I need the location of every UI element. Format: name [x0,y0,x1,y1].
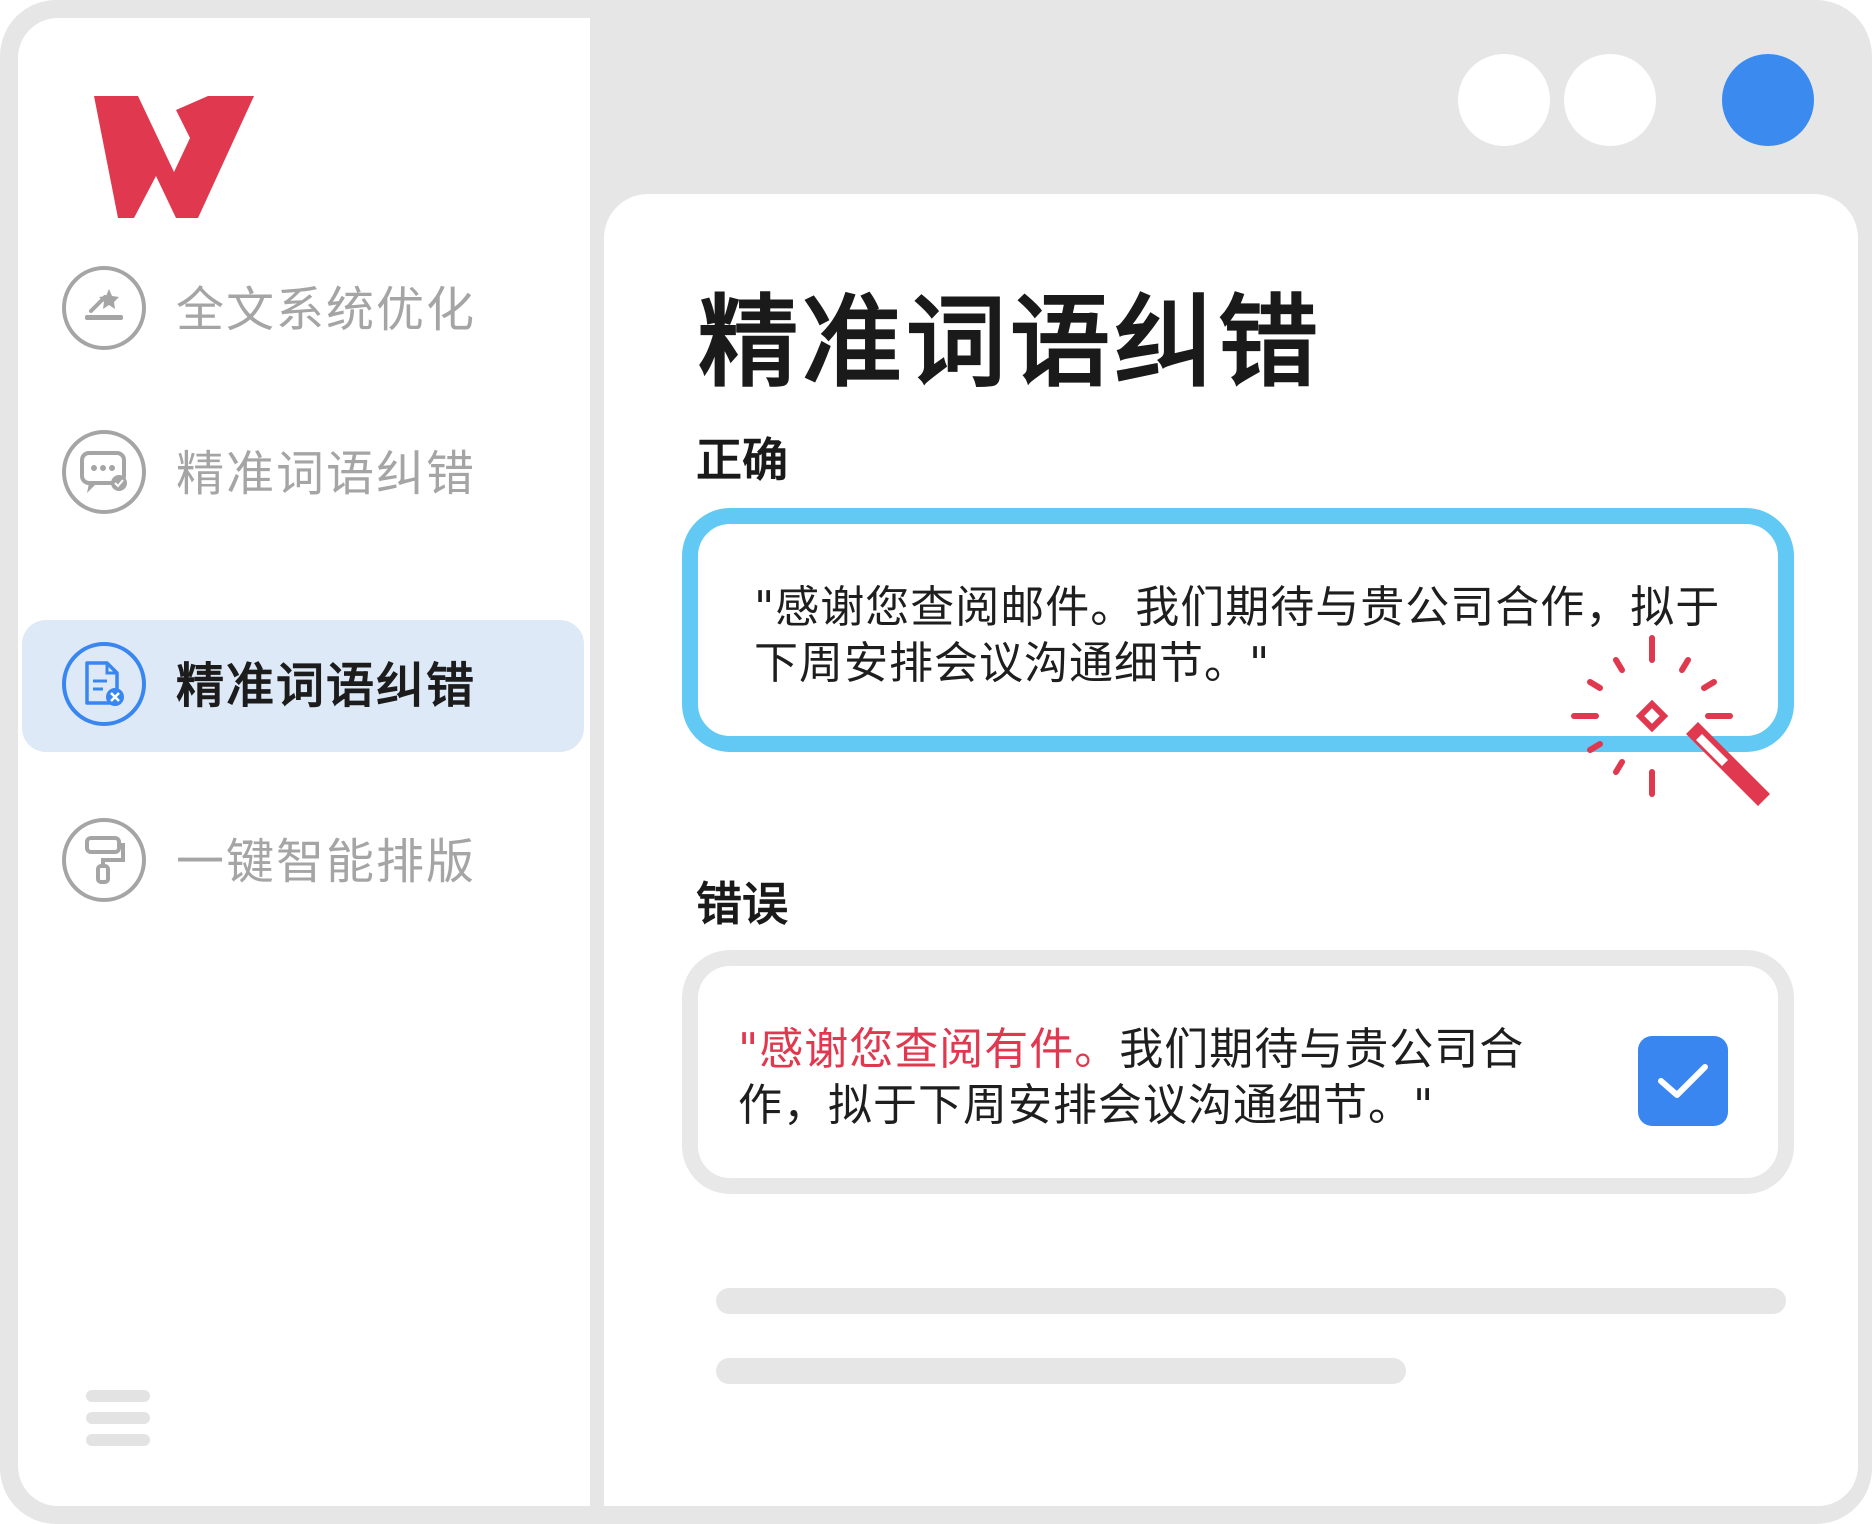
sidebar-item-word-correction[interactable]: 精准词语纠错 [22,408,584,540]
sidebar-item-label: 精准词语纠错 [176,446,477,502]
window-control-dot[interactable] [1564,54,1656,146]
document-error-icon [62,642,146,726]
placeholder-line [716,1288,1786,1314]
wrong-section-label: 错误 [696,877,788,931]
chat-bubble-icon [62,430,146,514]
paint-roller-icon [62,818,146,902]
magic-wand-icon [1571,635,1770,806]
checkbox-checked[interactable] [1638,1036,1728,1126]
hamburger-icon[interactable] [86,1390,150,1450]
main-content: 精准词语纠错 正确 "感谢您查阅邮件。我们期待与贵公司合作，拟于下周安排会议沟通… [604,194,1858,1506]
window-control-dot-active[interactable] [1722,54,1814,146]
error-highlight-text: "感谢您查阅有件。 [738,1024,1120,1075]
wps-logo-icon [94,96,254,218]
sidebar-item-word-correction-active[interactable]: 精准词语纠错 [22,620,584,752]
sidebar-item-label: 精准词语纠错 [176,658,477,714]
magic-wand-doc-icon [62,266,146,350]
sidebar-item-label: 全文系统优化 [176,282,477,338]
wrong-example-text: "感谢您查阅有件。我们期待与贵公司合作，拟于下周安排会议沟通细节。" [738,1022,1538,1134]
checkmark-icon [1658,1064,1708,1098]
sidebar-item-full-text-optimize[interactable]: 全文系统优化 [22,244,584,376]
wrong-example-card: "感谢您查阅有件。我们期待与贵公司合作，拟于下周安排会议沟通细节。" [682,950,1794,1194]
page-title: 精准词语纠错 [698,284,1322,401]
window-control-dot[interactable] [1458,54,1550,146]
app-window: 全文系统优化 精准词语纠错 精准词语纠错 一键智能排版 精准词语纠错 正确 "感… [0,0,1872,1524]
correct-section-label: 正确 [696,433,788,487]
sidebar: 全文系统优化 精准词语纠错 精准词语纠错 一键智能排版 [18,18,590,1506]
sidebar-item-smart-layout[interactable]: 一键智能排版 [22,796,584,928]
placeholder-line [716,1358,1406,1384]
sidebar-item-label: 一键智能排版 [176,834,477,890]
